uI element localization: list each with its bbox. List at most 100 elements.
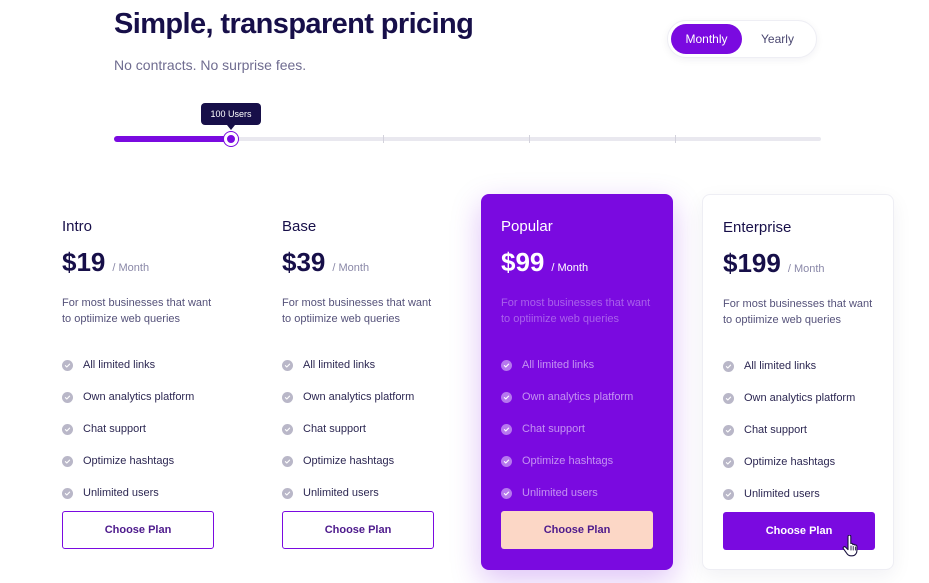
feature-list: All limited links Own analytics platform C…	[62, 349, 214, 509]
feature-label: All limited links	[744, 360, 817, 372]
slider-tooltip: 100 Users	[201, 103, 261, 130]
plan-card-popular: Popular $99 / Month For most businesses …	[481, 194, 673, 570]
feature-label: Chat support	[83, 423, 146, 435]
feature-label: Optimize hashtags	[303, 455, 395, 467]
plan-name: Intro	[62, 218, 93, 235]
plan-description: For most businesses that want to optiimi…	[723, 298, 873, 326]
check-circle-icon	[501, 423, 512, 435]
toggle-monthly[interactable]: Monthly	[671, 24, 742, 54]
feature-list: All limited links Own analytics platform C…	[501, 349, 653, 509]
check-circle-icon	[723, 456, 734, 468]
hand-pointer-icon	[842, 535, 858, 557]
feature-label: All limited links	[83, 359, 156, 371]
plan-card-enterprise: Enterprise $199 / Month For most busines…	[702, 194, 894, 570]
check-circle-icon	[723, 392, 734, 404]
check-circle-icon	[723, 360, 734, 372]
plan-period: / Month	[112, 262, 150, 274]
check-circle-icon	[282, 455, 293, 467]
plan-period: / Month	[332, 262, 370, 274]
plan-card-base: Base $39 / Month For most businesses tha…	[262, 194, 454, 570]
feature-item: All limited links	[501, 349, 653, 381]
feature-item: Own analytics platform	[501, 381, 653, 413]
check-circle-icon	[723, 424, 734, 436]
feature-item: Chat support	[723, 414, 873, 446]
feature-label: Optimize hashtags	[744, 456, 836, 468]
check-circle-icon	[501, 391, 512, 403]
feature-label: Own analytics platform	[303, 391, 415, 403]
plan-price: $39	[282, 247, 326, 277]
feature-label: Chat support	[303, 423, 366, 435]
feature-list: All limited links Own analytics platform C…	[282, 349, 434, 509]
plan-description: For most businesses that want to optiimi…	[62, 297, 212, 325]
feature-item: Chat support	[282, 413, 434, 445]
slider-fill	[114, 136, 231, 142]
plan-name: Enterprise	[723, 219, 792, 236]
users-slider[interactable]: 100 Users	[114, 103, 821, 146]
check-circle-icon	[723, 488, 734, 500]
slider-tick	[529, 135, 530, 143]
feature-label: Unlimited users	[303, 487, 379, 499]
plan-name: Base	[282, 218, 317, 235]
slider-tick	[675, 135, 676, 143]
choose-plan-button-base[interactable]: Choose Plan	[282, 511, 434, 549]
check-circle-icon	[62, 455, 73, 467]
feature-item: Optimize hashtags	[723, 446, 873, 478]
plan-period: / Month	[787, 263, 825, 275]
feature-label: Own analytics platform	[744, 392, 856, 404]
feature-label: Own analytics platform	[83, 391, 195, 403]
feature-item: Chat support	[501, 413, 653, 445]
plan-price: $19	[62, 247, 106, 277]
check-circle-icon	[62, 359, 73, 371]
feature-item: Unlimited users	[282, 477, 434, 509]
feature-item: All limited links	[282, 349, 434, 381]
feature-label: Optimize hashtags	[83, 455, 175, 467]
check-circle-icon	[282, 423, 293, 435]
feature-item: Unlimited users	[62, 477, 214, 509]
check-circle-icon	[282, 391, 293, 403]
plan-price: $199	[723, 248, 781, 278]
feature-list: All limited links Own analytics platform C…	[723, 350, 873, 510]
feature-item: All limited links	[723, 350, 873, 382]
plan-name: Popular	[501, 218, 553, 235]
feature-item: Own analytics platform	[62, 381, 214, 413]
plan-description: For most businesses that want to optiimi…	[501, 297, 651, 325]
feature-label: All limited links	[303, 359, 376, 371]
feature-label: All limited links	[522, 359, 595, 371]
toggle-yearly[interactable]: Yearly	[742, 24, 813, 54]
choose-plan-button-popular[interactable]: Choose Plan	[501, 511, 653, 549]
plan-card-intro: Intro $19 / Month For most businesses th…	[42, 194, 234, 570]
plan-price: $99	[501, 247, 545, 277]
feature-label: Chat support	[744, 424, 807, 436]
page-title: Simple, transparent pricing	[114, 8, 474, 40]
check-circle-icon	[62, 423, 73, 435]
check-circle-icon	[501, 359, 512, 371]
slider-tick	[383, 135, 384, 143]
check-circle-icon	[62, 487, 73, 499]
feature-label: Unlimited users	[744, 488, 820, 500]
feature-item: Own analytics platform	[723, 382, 873, 414]
feature-item: Optimize hashtags	[282, 445, 434, 477]
feature-label: Unlimited users	[83, 487, 159, 499]
feature-item: Unlimited users	[723, 478, 873, 510]
feature-label: Optimize hashtags	[522, 455, 614, 467]
feature-item: Optimize hashtags	[62, 445, 214, 477]
slider-thumb[interactable]	[224, 132, 238, 146]
check-circle-icon	[501, 455, 512, 467]
feature-item: Chat support	[62, 413, 214, 445]
feature-label: Own analytics platform	[522, 391, 634, 403]
plan-description: For most businesses that want to optiimi…	[282, 297, 432, 325]
page-subtitle: No contracts. No surprise fees.	[114, 57, 307, 73]
billing-toggle: Monthly Yearly	[667, 20, 817, 58]
feature-label: Unlimited users	[522, 487, 598, 499]
check-circle-icon	[62, 391, 73, 403]
feature-label: Chat support	[522, 423, 585, 435]
feature-item: Own analytics platform	[282, 381, 434, 413]
feature-item: All limited links	[62, 349, 214, 381]
plan-period: / Month	[551, 262, 589, 274]
feature-item: Optimize hashtags	[501, 445, 653, 477]
feature-item: Unlimited users	[501, 477, 653, 509]
check-circle-icon	[282, 487, 293, 499]
check-circle-icon	[282, 359, 293, 371]
choose-plan-button-intro[interactable]: Choose Plan	[62, 511, 214, 549]
check-circle-icon	[501, 487, 512, 499]
